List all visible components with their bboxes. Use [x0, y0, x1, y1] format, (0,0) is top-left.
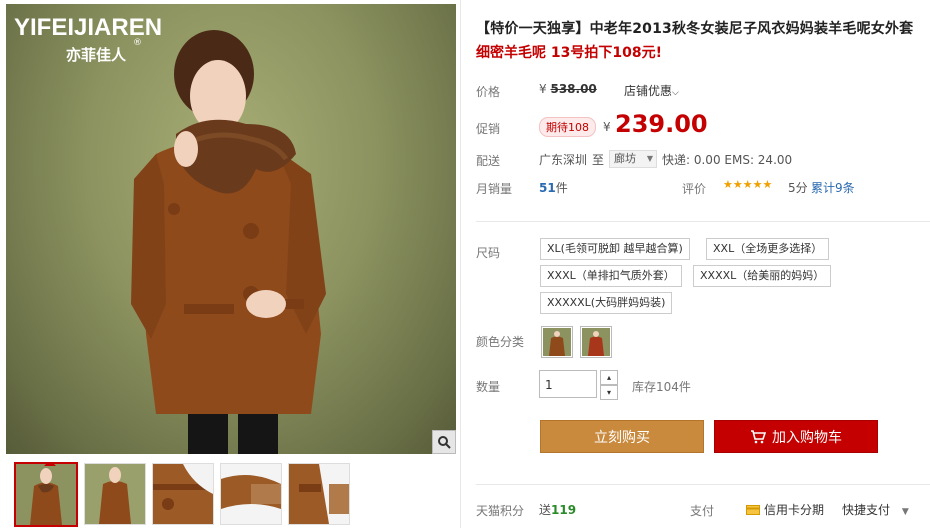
monthly-sales-label: 月销量: [476, 182, 513, 196]
credit-label: 信用卡分期: [764, 503, 825, 517]
divider-horizontal-2: [476, 484, 930, 485]
thumbnail-1[interactable]: [14, 462, 78, 527]
thumb-image-5: [289, 464, 349, 524]
points-label: 天猫积分: [476, 504, 525, 518]
magnifier-icon: [438, 436, 451, 449]
original-price: ¥ 538.00: [539, 82, 597, 96]
promo-price: 239.00: [615, 110, 708, 138]
brand-logo-cn: 亦菲佳人: [66, 46, 127, 64]
color-swatch-2[interactable]: [580, 326, 612, 358]
store-discount-dropdown[interactable]: 店铺优惠⌵: [624, 82, 679, 99]
thumbnail-5[interactable]: [288, 463, 350, 525]
chevron-down-icon: ▾: [606, 387, 611, 397]
buy-now-button[interactable]: 立刻购买: [540, 420, 704, 453]
quantity-increase-button[interactable]: ▴: [600, 370, 618, 385]
caret-down-icon: ▼: [901, 507, 909, 517]
rating-score: 5分: [788, 181, 808, 195]
zoom-button[interactable]: [432, 430, 456, 454]
thumb-image-4: [221, 464, 281, 524]
rating-stars-icon: ★★★★★: [723, 178, 773, 191]
quantity-input[interactable]: 1: [539, 370, 597, 398]
thumb-image-1: [16, 464, 76, 525]
cart-icon: [751, 429, 766, 443]
quantity-decrease-button[interactable]: ▾: [600, 385, 618, 400]
credit-installment[interactable]: 信用卡分期: [746, 501, 824, 518]
chevron-up-icon: ▴: [606, 372, 611, 382]
buy-now-label: 立刻购买: [594, 429, 650, 446]
quantity-label: 数量: [476, 380, 501, 394]
color-swatch-1[interactable]: [541, 326, 573, 358]
ship-from: 广东深圳: [539, 153, 588, 167]
stock-count: 库存104件: [632, 380, 691, 394]
sales-unit: 件: [555, 181, 568, 195]
add-to-cart-button[interactable]: 加入购物车: [714, 420, 878, 453]
promo-badge: 期待108: [539, 117, 596, 137]
size-option-xxxxl[interactable]: XXXXL（给美丽的妈妈）: [693, 265, 832, 287]
divider-horizontal: [476, 221, 930, 222]
shipping-label: 配送: [476, 154, 501, 168]
chevron-down-icon: ⌵: [672, 88, 679, 98]
thumb-image-2: [85, 464, 145, 524]
points-value: 119: [551, 503, 577, 517]
points-info: 送119: [539, 501, 576, 518]
original-price-value: 538.00: [550, 82, 597, 96]
thumb-image-3: [153, 464, 213, 524]
destination-value: 廊坊: [614, 152, 636, 165]
thumbnail-strip: [6, 461, 456, 528]
promo-label: 促销: [476, 122, 501, 136]
store-discount-label: 店铺优惠: [624, 84, 673, 98]
destination-select[interactable]: 廊坊 ▼: [609, 150, 657, 168]
credit-card-icon: [746, 504, 760, 515]
active-thumb-pointer: [44, 464, 56, 466]
payment-label: 支付: [690, 504, 715, 518]
sales-count: 51: [539, 181, 556, 195]
swatch-image-1: [543, 328, 571, 356]
ship-to-word: 至: [592, 153, 605, 167]
thumbnail-4[interactable]: [220, 463, 282, 525]
size-label: 尺码: [476, 246, 501, 260]
main-product-image[interactable]: [6, 4, 456, 454]
rating-label: 评价: [682, 182, 707, 196]
caret-down-icon: ▼: [646, 154, 653, 163]
swatch-image-2: [582, 328, 610, 356]
currency-symbol: ¥: [539, 82, 547, 96]
size-option-xxxxxl[interactable]: XXXXXL(大码胖妈妈装): [540, 292, 673, 314]
size-option-xl[interactable]: XL(毛领可脱卸 越早越合算): [540, 238, 690, 260]
monthly-sales: 51件: [539, 179, 568, 196]
shipping-fee: 快递: 0.00 EMS: 24.00: [662, 153, 793, 167]
promo-currency: ¥: [603, 120, 611, 134]
price-label: 价格: [476, 85, 501, 99]
review-count-link[interactable]: 累计9条: [811, 179, 855, 196]
thumbnail-2[interactable]: [84, 463, 146, 525]
thumbnail-3[interactable]: [152, 463, 214, 525]
color-label: 颜色分类: [476, 335, 525, 349]
add-to-cart-label: 加入购物车: [772, 429, 842, 446]
divider-vertical: [460, 0, 461, 528]
size-option-xxl[interactable]: XXL（全场更多选择）: [706, 238, 830, 260]
product-subtitle: 细密羊毛呢 13号拍下108元!: [476, 45, 662, 61]
model-illustration: [131, 30, 326, 454]
size-option-xxxl[interactable]: XXXL（单排扣气质外套）: [540, 265, 682, 287]
registered-mark: ®: [133, 38, 142, 48]
points-prefix: 送: [539, 503, 552, 517]
quick-pay-label: 快捷支付: [842, 503, 891, 517]
quick-pay-dropdown[interactable]: 快捷支付 ▼: [842, 501, 909, 518]
product-title: 【特价一天独享】中老年2013秋冬女装尼子风衣妈妈装羊毛呢女外套: [476, 21, 914, 37]
